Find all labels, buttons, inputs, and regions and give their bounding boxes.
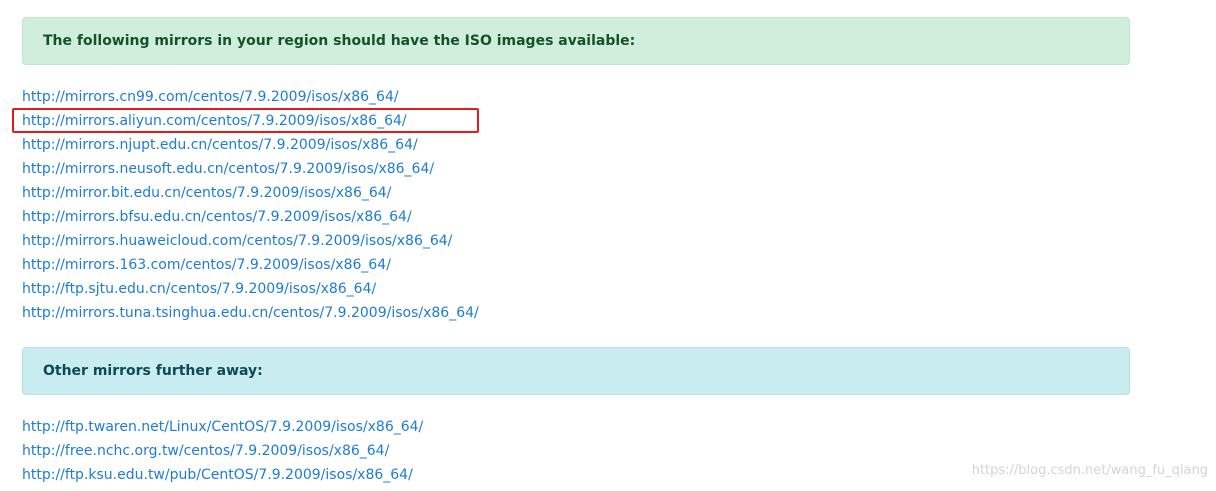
list-item: http://mirrors.huaweicloud.com/centos/7.… xyxy=(22,228,479,252)
mirror-link-sjtu[interactable]: http://ftp.sjtu.edu.cn/centos/7.9.2009/i… xyxy=(22,281,376,297)
other-mirrors-alert-text: Other mirrors further away: xyxy=(43,363,263,379)
mirror-link-bfsu[interactable]: http://mirrors.bfsu.edu.cn/centos/7.9.20… xyxy=(22,209,412,225)
mirror-link-nchc[interactable]: http://free.nchc.org.tw/centos/7.9.2009/… xyxy=(22,443,389,459)
mirror-link-njupt[interactable]: http://mirrors.njupt.edu.cn/centos/7.9.2… xyxy=(22,137,418,153)
list-item: http://ftp.sjtu.edu.cn/centos/7.9.2009/i… xyxy=(22,276,479,300)
regional-mirrors-alert: The following mirrors in your region sho… xyxy=(22,17,1130,65)
list-item: http://mirrors.bfsu.edu.cn/centos/7.9.20… xyxy=(22,204,479,228)
mirror-link-cn99[interactable]: http://mirrors.cn99.com/centos/7.9.2009/… xyxy=(22,89,399,105)
list-item: http://mirrors.neusoft.edu.cn/centos/7.9… xyxy=(22,156,479,180)
mirror-link-ksu[interactable]: http://ftp.ksu.edu.tw/pub/CentOS/7.9.200… xyxy=(22,467,413,483)
mirror-link-neusoft[interactable]: http://mirrors.neusoft.edu.cn/centos/7.9… xyxy=(22,161,434,177)
mirror-link-twaren[interactable]: http://ftp.twaren.net/Linux/CentOS/7.9.2… xyxy=(22,419,423,435)
other-mirror-list: http://ftp.twaren.net/Linux/CentOS/7.9.2… xyxy=(22,414,423,486)
mirror-link-163[interactable]: http://mirrors.163.com/centos/7.9.2009/i… xyxy=(22,257,391,273)
regional-mirror-list: http://mirrors.cn99.com/centos/7.9.2009/… xyxy=(22,84,479,324)
list-item: http://ftp.twaren.net/Linux/CentOS/7.9.2… xyxy=(22,414,423,438)
mirror-link-bit[interactable]: http://mirror.bit.edu.cn/centos/7.9.2009… xyxy=(22,185,391,201)
list-item: http://mirror.bit.edu.cn/centos/7.9.2009… xyxy=(22,180,479,204)
list-item: http://free.nchc.org.tw/centos/7.9.2009/… xyxy=(22,438,423,462)
list-item: http://mirrors.163.com/centos/7.9.2009/i… xyxy=(22,252,479,276)
mirror-link-huaweicloud[interactable]: http://mirrors.huaweicloud.com/centos/7.… xyxy=(22,233,452,249)
mirror-link-aliyun[interactable]: http://mirrors.aliyun.com/centos/7.9.200… xyxy=(22,113,407,129)
list-item: http://ftp.ksu.edu.tw/pub/CentOS/7.9.200… xyxy=(22,462,423,486)
list-item: http://mirrors.tuna.tsinghua.edu.cn/cent… xyxy=(22,300,479,324)
watermark: https://blog.csdn.net/wang_fu_qiang xyxy=(971,463,1208,478)
mirror-link-tuna[interactable]: http://mirrors.tuna.tsinghua.edu.cn/cent… xyxy=(22,305,479,321)
regional-mirrors-alert-text: The following mirrors in your region sho… xyxy=(43,33,636,49)
list-item: http://mirrors.aliyun.com/centos/7.9.200… xyxy=(22,108,479,132)
other-mirrors-alert: Other mirrors further away: xyxy=(22,347,1130,395)
list-item: http://mirrors.cn99.com/centos/7.9.2009/… xyxy=(22,84,479,108)
list-item: http://mirrors.njupt.edu.cn/centos/7.9.2… xyxy=(22,132,479,156)
